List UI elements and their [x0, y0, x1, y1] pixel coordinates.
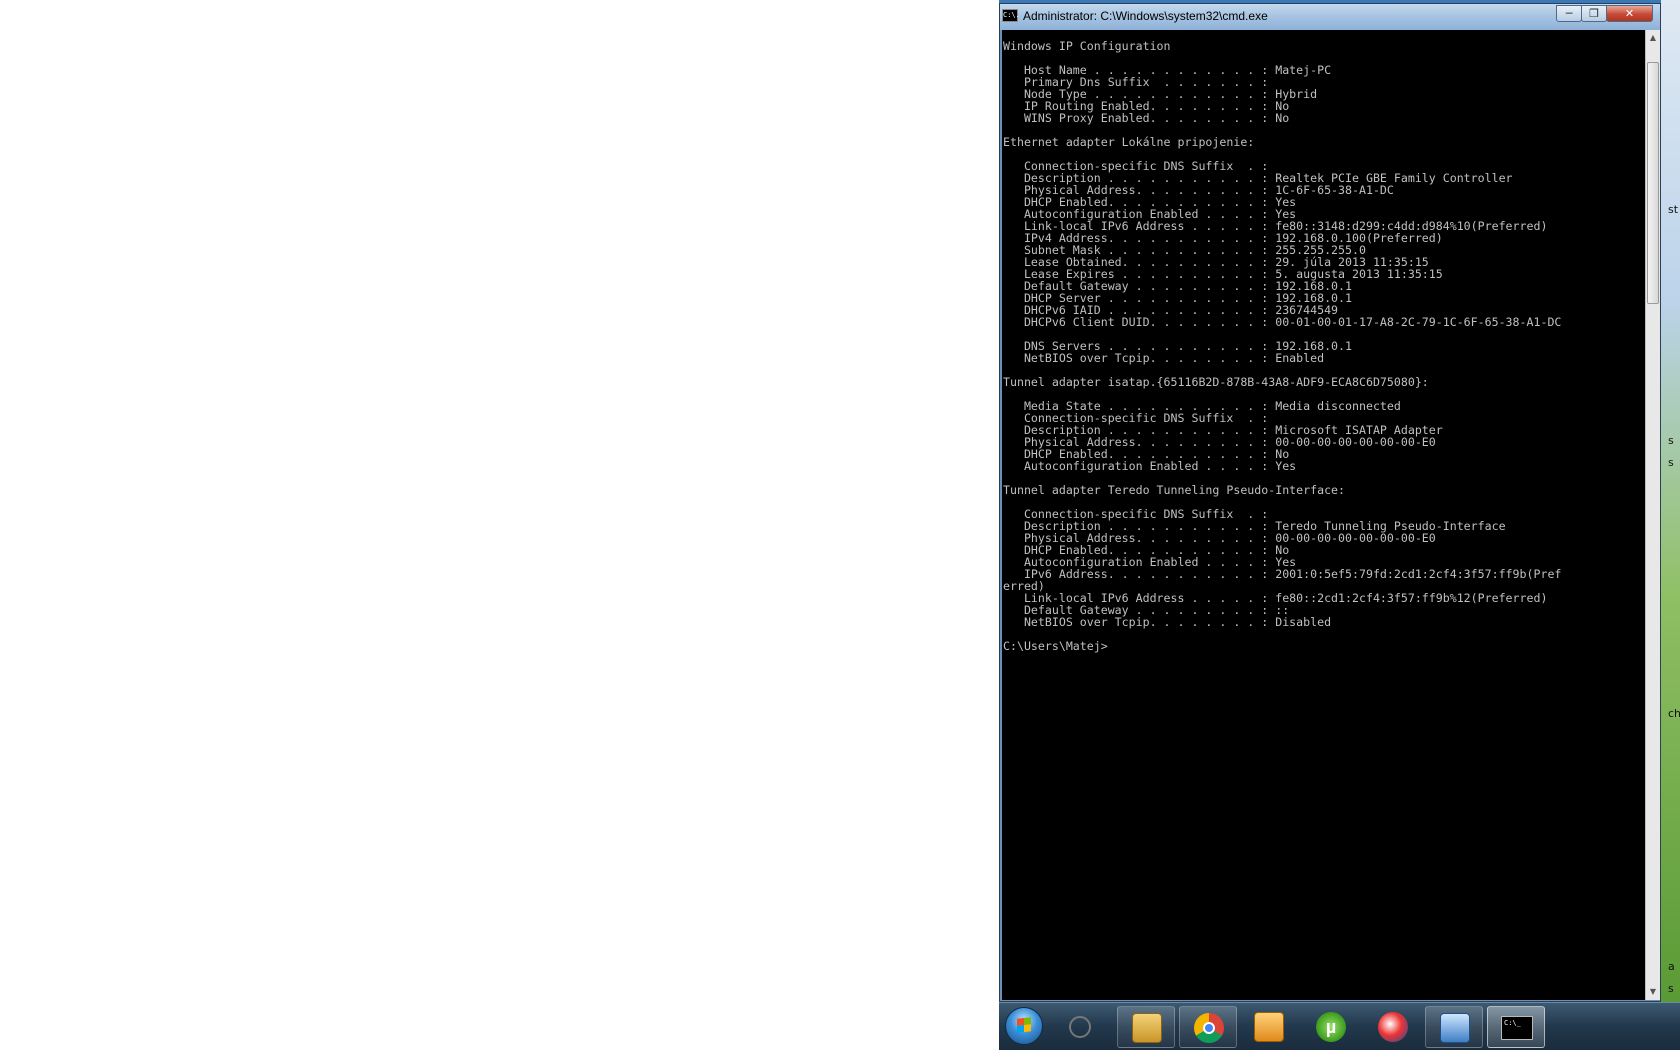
console-line: NetBIOS over Tcpip. . . . . . . . : Enab… — [1003, 351, 1325, 365]
taskbar-item-cmd[interactable]: C:\_ — [1487, 1006, 1545, 1048]
vertical-scrollbar[interactable]: ▲ ▼ — [1645, 30, 1660, 1000]
console-line: WINS Proxy Enabled. . . . . . . . : No — [1003, 111, 1290, 125]
explorer-icon — [1132, 1013, 1162, 1043]
desktop-peek-text: ch — [1668, 707, 1680, 720]
taskbar-item-explorer[interactable] — [1117, 1006, 1175, 1048]
desktop-peek-text: a — [1668, 960, 1675, 973]
console-line: Autoconfiguration Enabled . . . . : Yes — [1003, 459, 1297, 473]
console-line: Ethernet adapter Lokálne pripojenie: — [1003, 135, 1255, 149]
app-icon — [1378, 1012, 1408, 1042]
scroll-down-arrow-icon[interactable]: ▼ — [1646, 984, 1660, 1000]
console-output-area[interactable]: Windows IP Configuration Host Name . . .… — [1002, 30, 1645, 1000]
disabled-icon — [1069, 1016, 1091, 1038]
console-line: Tunnel adapter isatap.{65116B2D-878B-43A… — [1003, 375, 1429, 389]
scroll-thumb[interactable] — [1647, 62, 1659, 304]
chrome-icon — [1194, 1013, 1224, 1043]
desktop-peek-text: s — [1668, 434, 1674, 447]
utorrent-icon: µ — [1316, 1012, 1346, 1042]
cmd-window-icon[interactable]: C:\. — [1002, 9, 1020, 22]
console-line: IPv6 Address. . . . . . . . . . . : 2001… — [1003, 567, 1562, 581]
close-button[interactable]: ✕ — [1606, 5, 1653, 22]
blank-desktop-area — [0, 0, 999, 1050]
taskbar-item-disabled[interactable] — [1055, 1006, 1113, 1048]
media-player-icon — [1254, 1012, 1284, 1042]
start-button[interactable] — [1005, 1007, 1043, 1045]
desktop-peek-strip: st s s ch a s — [1661, 0, 1680, 1002]
console-line: C:\Users\Matej> — [1003, 639, 1108, 653]
taskbar-item-network[interactable] — [1425, 1006, 1483, 1048]
console-line: Tunnel adapter Teredo Tunneling Pseudo-I… — [1003, 483, 1346, 497]
taskbar-item-app[interactable] — [1364, 1006, 1422, 1048]
window-title: Administrator: C:\Windows\system32\cmd.e… — [1023, 9, 1268, 23]
taskbar-item-chrome[interactable] — [1179, 1006, 1237, 1048]
network-icon — [1440, 1013, 1470, 1043]
maximize-button[interactable]: ❐ — [1581, 5, 1607, 22]
taskbar-item-utorrent[interactable]: µ — [1302, 1006, 1360, 1048]
console-line: DHCPv6 Client DUID. . . . . . . . : 00-0… — [1003, 315, 1562, 329]
console-text[interactable]: Windows IP Configuration Host Name . . .… — [1002, 30, 1645, 652]
desktop-peek-text: s — [1668, 456, 1674, 469]
minimize-button[interactable]: ─ — [1556, 5, 1582, 22]
cmd-icon: C:\_ — [1501, 1016, 1533, 1040]
window-titlebar[interactable]: C:\. Administrator: C:\Windows\system32\… — [1000, 4, 1660, 30]
desktop-peek-text: s — [1668, 982, 1674, 995]
taskbar-item-media-player[interactable] — [1240, 1006, 1298, 1048]
cmd-window[interactable]: C:\. Administrator: C:\Windows\system32\… — [999, 3, 1661, 1002]
desktop-peek-text: st — [1668, 203, 1679, 216]
console-line: Windows IP Configuration — [1003, 39, 1171, 53]
console-line: NetBIOS over Tcpip. . . . . . . . : Disa… — [1003, 615, 1332, 629]
windows-logo-icon — [1017, 1017, 1031, 1033]
scroll-up-arrow-icon[interactable]: ▲ — [1646, 30, 1660, 46]
taskbar: µ C:\_ — [999, 1002, 1680, 1050]
